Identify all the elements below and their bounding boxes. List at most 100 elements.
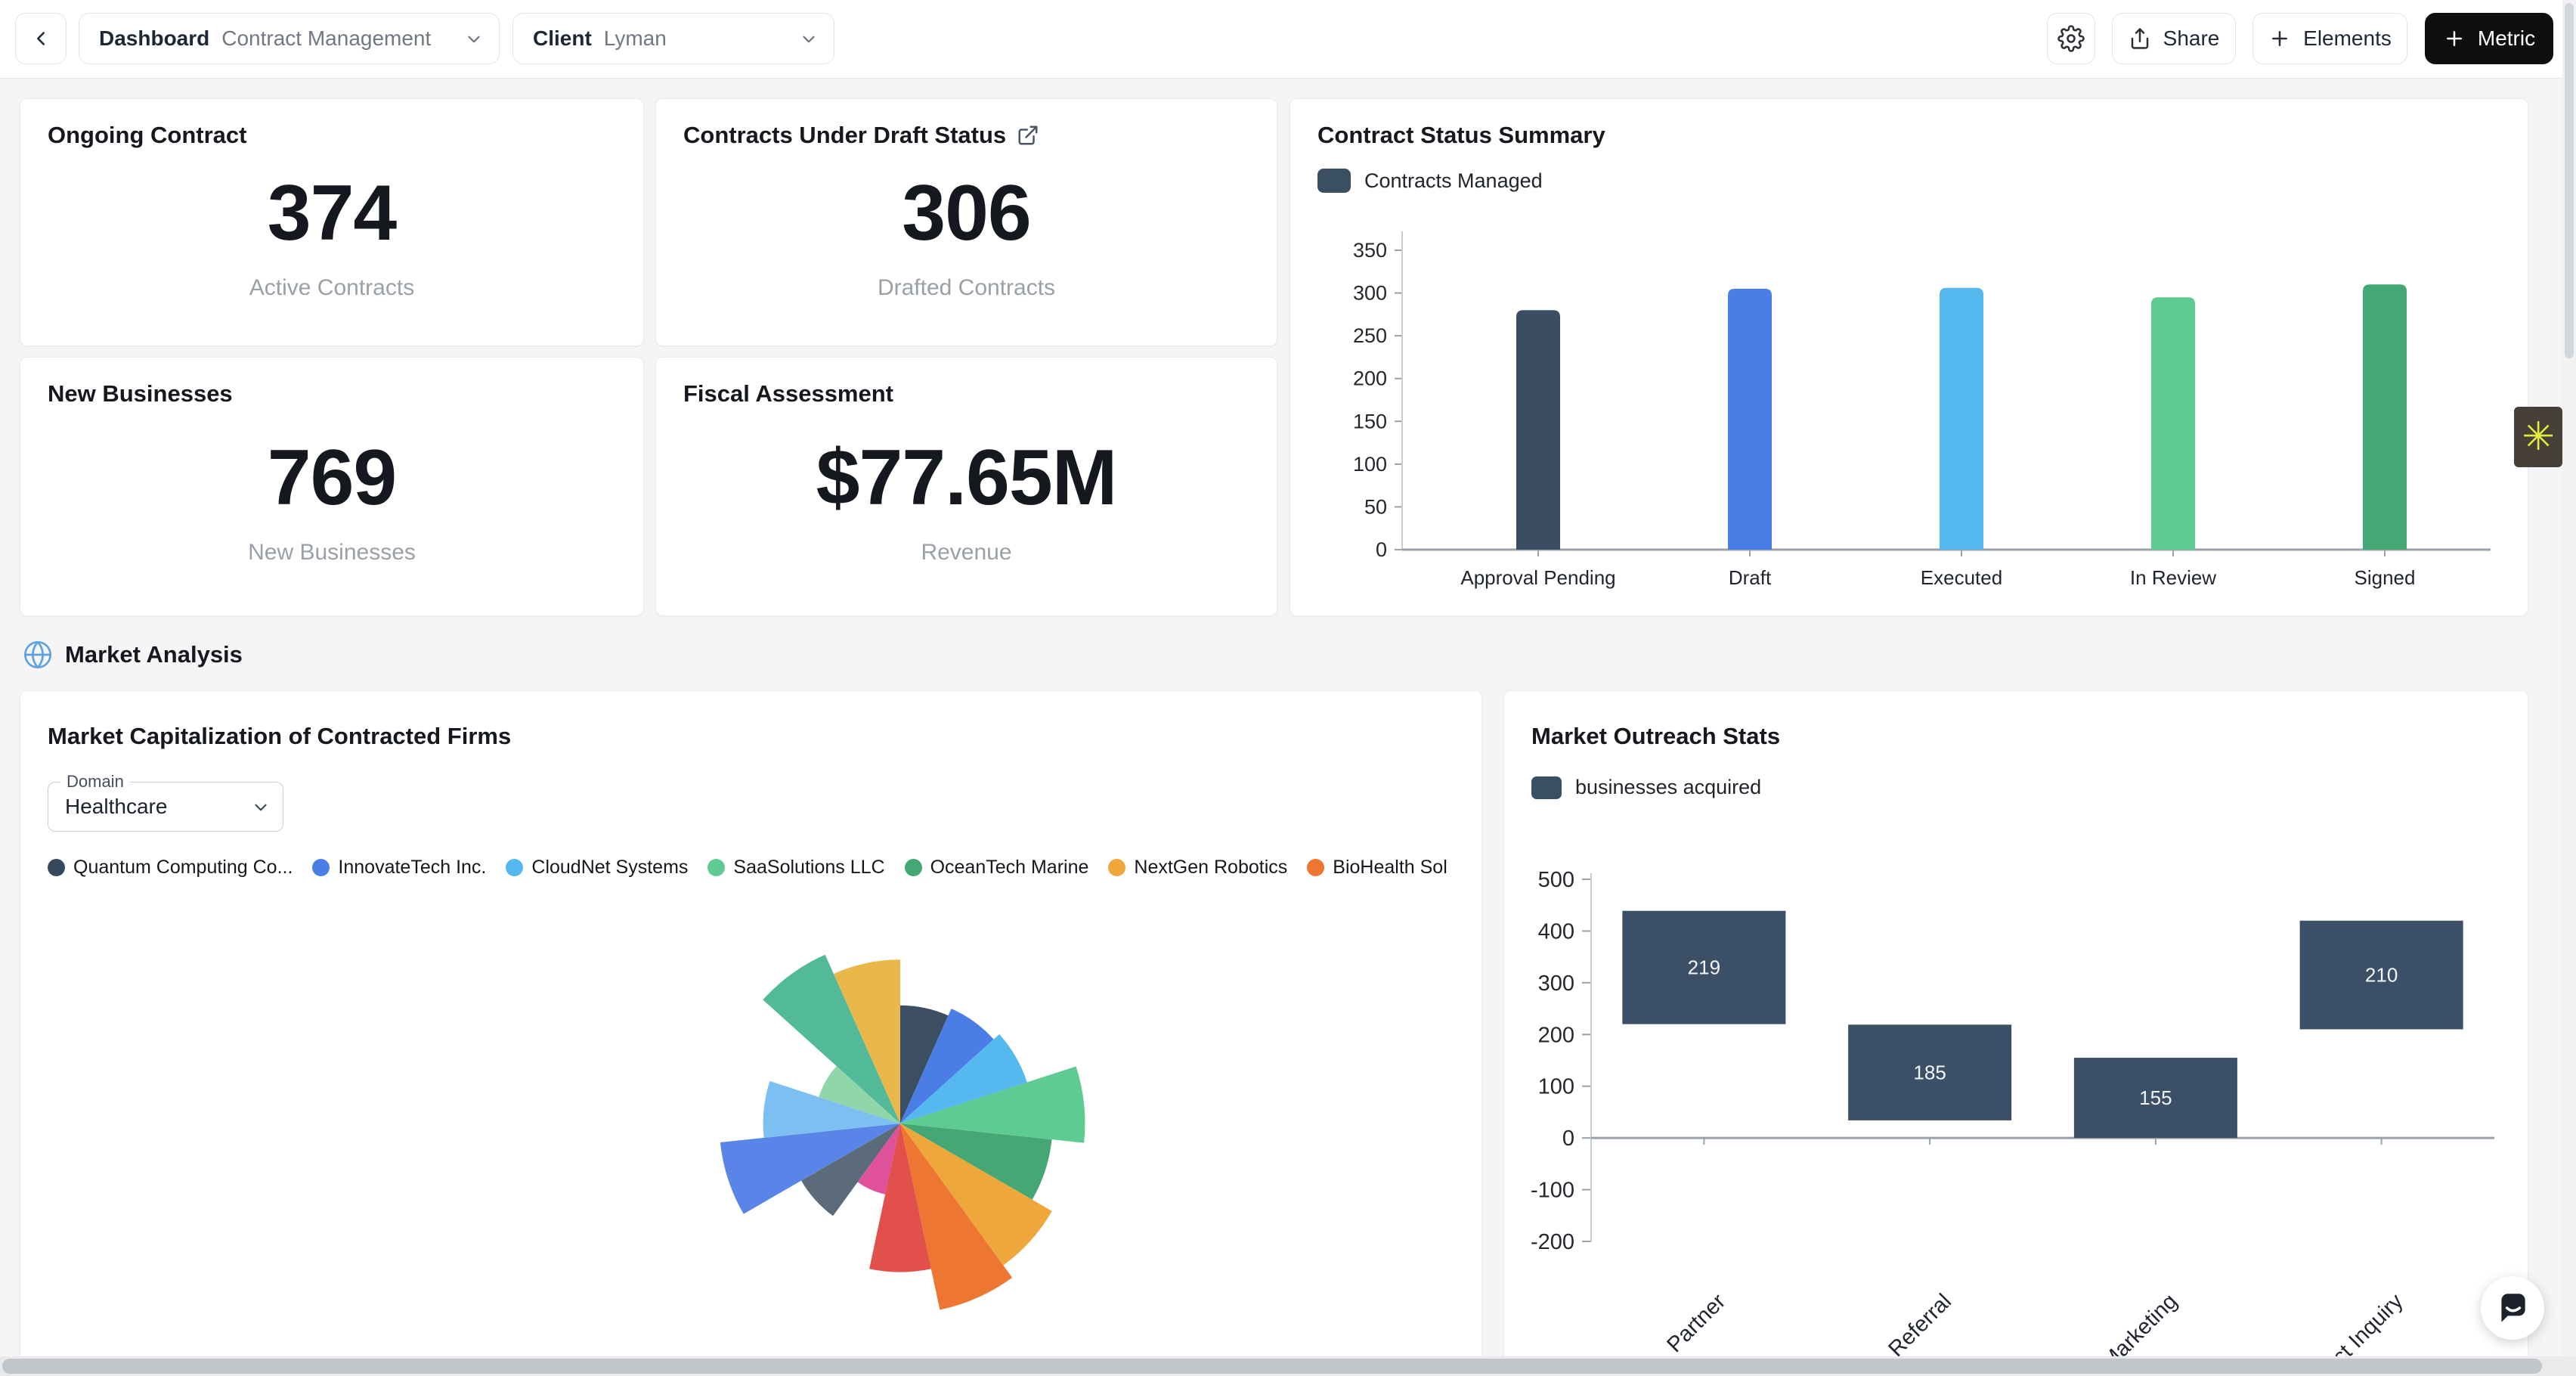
chevron-down-icon (799, 29, 819, 49)
top-bar: Dashboard Contract Management Client Lym… (0, 0, 2576, 79)
legend-item[interactable]: SaaSolutions LLC (707, 857, 884, 879)
legend-item[interactable]: BioHealth Sol (1307, 857, 1447, 879)
svg-text:50: 50 (1364, 495, 1387, 518)
svg-text:In Review: In Review (2130, 566, 2216, 589)
chart-title: Contract Status Summary (1317, 122, 1605, 149)
share-button[interactable]: Share (2112, 13, 2236, 64)
svg-text:250: 250 (1353, 324, 1387, 347)
svg-text:155: 155 (2139, 1086, 2172, 1109)
client-select-value: Lyman (604, 26, 667, 51)
settings-button[interactable] (2047, 13, 2095, 64)
share-button-label: Share (2163, 26, 2220, 51)
card-title: New Businesses (48, 380, 233, 408)
plus-icon (2443, 27, 2466, 50)
kpi-value: 769 (268, 439, 397, 517)
card-title: Ongoing Contract (48, 122, 246, 149)
contract-status-bar-chart[interactable]: 050100150200250300350Approval PendingDra… (1311, 212, 2506, 594)
kpi-caption: New Businesses (248, 540, 416, 566)
kpi-card-new-businesses: New Businesses 769 New Businesses (20, 357, 644, 616)
legend-dot-icon (905, 859, 922, 876)
vertical-scrollbar[interactable] (2562, 0, 2576, 1376)
market-cap-legend: Quantum Computing Co... InnovateTech Inc.… (48, 850, 1459, 885)
svg-text:100: 100 (1353, 453, 1387, 476)
svg-text:219: 219 (1688, 956, 1720, 979)
chat-launcher-button[interactable] (2481, 1276, 2544, 1340)
chevron-down-icon (464, 29, 484, 49)
gear-icon (2057, 25, 2085, 52)
kpi-caption: Revenue (921, 540, 1011, 566)
svg-text:300: 300 (1353, 282, 1387, 305)
legend-item-label: Quantum Computing Co... (73, 857, 293, 879)
legend-swatch (1531, 776, 1562, 799)
client-select-label: Client (533, 26, 592, 51)
kpi-caption: Active Contracts (249, 275, 414, 301)
market-analysis-section-header: Market Analysis (23, 640, 243, 670)
dashboard-select[interactable]: Dashboard Contract Management (79, 13, 500, 64)
back-button[interactable] (15, 13, 67, 64)
kpi-card-ongoing-contract: Ongoing Contract 374 Active Contracts (20, 98, 644, 346)
domain-select[interactable]: Domain Healthcare (48, 782, 283, 832)
svg-text:300: 300 (1538, 972, 1574, 996)
outreach-waterfall-chart[interactable]: 5004003002001000-100-200219Partner185Ref… (1527, 860, 2506, 1359)
card-title: Fiscal Assessment (683, 380, 893, 408)
chart-legend[interactable]: businesses acquired (1531, 776, 1761, 799)
kpi-card-contracts-under-draft: Contracts Under Draft Status 306 Drafted… (655, 98, 1277, 346)
legend-item-label: InnovateTech Inc. (338, 857, 486, 879)
legend-item[interactable]: CloudNet Systems (506, 857, 688, 879)
svg-text:185: 185 (1913, 1061, 1946, 1084)
legend-item[interactable]: InnovateTech Inc. (312, 857, 486, 879)
side-panel-toggle[interactable]: ✳ (2514, 407, 2562, 467)
legend-dot-icon (1108, 859, 1125, 876)
svg-text:400: 400 (1538, 919, 1574, 944)
market-cap-rose-chart[interactable] (444, 889, 1351, 1358)
metric-button-label: Metric (2478, 26, 2535, 51)
legend-item[interactable]: OceanTech Marine (905, 857, 1089, 879)
svg-text:-200: -200 (1531, 1230, 1574, 1254)
dashboard-select-label: Dashboard (99, 26, 209, 51)
svg-text:200: 200 (1538, 1023, 1574, 1047)
chart-legend[interactable]: Contracts Managed (1317, 169, 1543, 193)
horizontal-scrollbar[interactable] (0, 1356, 2576, 1376)
external-link-icon[interactable] (1017, 124, 1039, 147)
legend-dot-icon (1307, 859, 1324, 876)
legend-label: Contracts Managed (1364, 169, 1543, 193)
svg-text:Draft: Draft (1729, 566, 1772, 589)
legend-item-label: OceanTech Marine (930, 857, 1089, 879)
vertical-scrollbar-thumb[interactable] (2565, 3, 2574, 358)
kpi-card-fiscal-assessment: Fiscal Assessment $77.65M Revenue (655, 357, 1277, 616)
svg-text:500: 500 (1538, 868, 1574, 892)
svg-text:210: 210 (2365, 964, 2398, 987)
domain-select-value: Healthcare (65, 795, 167, 819)
chart-title: Market Outreach Stats (1531, 723, 1780, 750)
svg-text:Marketing: Marketing (2097, 1289, 2182, 1359)
legend-item[interactable]: Quantum Computing Co... (48, 857, 293, 879)
legend-item-label: CloudNet Systems (531, 857, 688, 879)
add-elements-button[interactable]: Elements (2252, 13, 2407, 64)
svg-text:350: 350 (1353, 239, 1387, 262)
legend-item-label: BioHealth Sol (1333, 857, 1447, 879)
legend-label: businesses acquired (1575, 776, 1761, 799)
chevron-left-icon (29, 27, 52, 50)
contract-status-summary-card: Contract Status Summary Contracts Manage… (1290, 98, 2528, 616)
add-metric-button[interactable]: Metric (2425, 13, 2553, 64)
client-select[interactable]: Client Lyman (512, 13, 834, 64)
chat-bubble-icon (2494, 1289, 2531, 1327)
svg-text:100: 100 (1538, 1075, 1574, 1099)
globe-icon (23, 640, 53, 670)
svg-text:Referral: Referral (1884, 1289, 1957, 1359)
kpi-value: 374 (268, 174, 397, 253)
legend-dot-icon (312, 859, 330, 876)
svg-text:Approval Pending: Approval Pending (1460, 566, 1615, 589)
legend-dot-icon (707, 859, 725, 876)
svg-text:Signed: Signed (2355, 566, 2416, 589)
svg-text:Direct Inquiry: Direct Inquiry (2299, 1289, 2408, 1359)
legend-dot-icon (48, 859, 65, 876)
kpi-caption: Drafted Contracts (878, 275, 1055, 301)
horizontal-scrollbar-thumb[interactable] (2, 1359, 2542, 1374)
chevron-down-icon (251, 798, 271, 817)
svg-text:150: 150 (1353, 410, 1387, 432)
svg-text:Partner: Partner (1662, 1289, 1730, 1357)
dashboard-select-value: Contract Management (221, 26, 431, 51)
legend-item[interactable]: NextGen Robotics (1108, 857, 1287, 879)
legend-swatch (1317, 169, 1351, 193)
